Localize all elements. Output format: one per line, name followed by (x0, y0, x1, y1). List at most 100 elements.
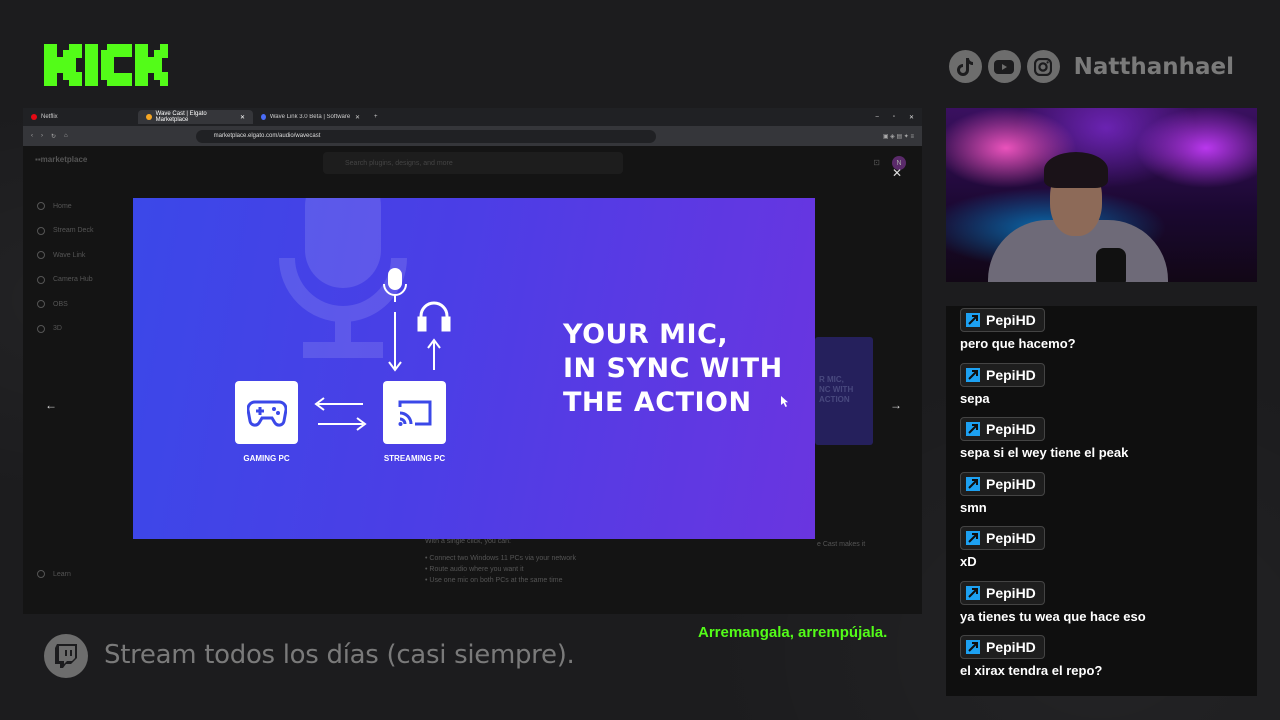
chat-text: pero que hacemo? (960, 336, 1076, 351)
badge-icon (966, 368, 980, 382)
chat-text: smn (960, 500, 987, 515)
sidebar-item-obs[interactable]: OBS (31, 292, 93, 317)
headphones-icon (417, 301, 451, 332)
streamer-handle: Natthanhael (1073, 53, 1234, 80)
cube-icon (37, 324, 45, 333)
instagram-icon[interactable] (1026, 50, 1060, 83)
mouse-cursor-icon (781, 396, 788, 407)
close-icon[interactable]: ✕ (892, 166, 902, 180)
chat-text: el xirax tendra el repo? (960, 663, 1103, 678)
chat-username: PepiHD (960, 581, 1045, 605)
wave-link-icon (37, 251, 45, 260)
chat-message: PepiHD el xirax tendra el repo? (960, 635, 1102, 678)
chat-username: PepiHD (960, 635, 1045, 659)
cast-icon (398, 400, 431, 426)
tiktok-icon[interactable] (948, 50, 982, 83)
streaming-pc-card (383, 381, 446, 444)
sidebar-item-camera-hub[interactable]: Camera Hub (31, 268, 93, 293)
sidebar-item-learn[interactable]: Learn (37, 570, 71, 578)
gallery-thumbnail[interactable]: R MIC, NC WITH ACTION (815, 337, 873, 445)
stream-deck-icon (37, 226, 45, 235)
sidebar-item-wave-link[interactable]: Wave Link (31, 243, 93, 268)
window-controls: – ▫ ✕ (875, 114, 922, 121)
social-links: Natthanhael (948, 50, 1234, 83)
obs-icon (37, 300, 45, 309)
chat-username: PepiHD (960, 472, 1045, 496)
sidebar-item-3d[interactable]: 3D (31, 317, 93, 342)
extensions-icons[interactable]: ▣ ◈ ▤ ✦ ≡ (883, 133, 914, 140)
motto-text: Arremangala, arrempújala. (698, 624, 888, 641)
sidebar-nav: Home Stream Deck Wave Link Camera Hub OB… (31, 194, 93, 341)
promo-headline: YOUR MIC, IN SYNC WITH THE ACTION (563, 319, 783, 418)
chat-message: PepiHD smn (960, 472, 1045, 515)
chat-panel: PepiHD pero que hacemo? PepiHD sepa Pepi… (946, 306, 1257, 696)
cart-icon[interactable]: ⊡ (873, 158, 880, 167)
new-tab-button[interactable]: + (374, 114, 378, 120)
address-bar: ‹ › ↻ ⌂ marketplace.elgato.com/audio/wav… (23, 126, 922, 146)
chat-message: PepiHD sepa si el wey tiene el peak (960, 417, 1128, 460)
tab-label: Netflix (41, 114, 58, 120)
close-window-button[interactable]: ✕ (909, 114, 914, 121)
tab-bar: Netflix Wave Cast | Elgato Marketplace ✕… (23, 108, 922, 126)
streaming-pc-label: STREAMING PC (383, 454, 446, 463)
elgato-icon (146, 114, 152, 120)
tab-wave-link[interactable]: Wave Link 3.0 Beta | Software de aud ✕ (253, 110, 368, 124)
maximize-button[interactable]: ▫ (893, 114, 895, 121)
webcam-feed (946, 108, 1257, 282)
learn-icon (37, 570, 45, 578)
chat-text: ya tienes tu wea que hace eso (960, 609, 1146, 624)
minimize-button[interactable]: – (875, 114, 878, 121)
chat-username: PepiHD (960, 526, 1045, 550)
bullet-item: • Use one mic on both PCs at the same ti… (425, 577, 563, 584)
prev-arrow-icon[interactable]: ← (45, 398, 57, 412)
description-snippet: e Cast makes it (817, 541, 866, 548)
tab-label: Wave Cast | Elgato Marketplace (155, 111, 207, 123)
promo-image: GAMING PC STREAMING PC YOUR MIC, IN SYNC… (133, 198, 815, 539)
close-tab-icon[interactable]: ✕ (355, 114, 360, 121)
marketplace-logo: ▪▪marketplace (35, 155, 88, 164)
microphone-icon (1096, 248, 1126, 282)
tab-wave-cast[interactable]: Wave Cast | Elgato Marketplace ✕ (138, 110, 253, 124)
bullet-item: • Route audio where you want it (425, 566, 524, 573)
sidebar-item-stream-deck[interactable]: Stream Deck (31, 219, 93, 244)
chat-text: sepa (960, 391, 990, 406)
home-icon[interactable]: ⌂ (64, 133, 68, 139)
forward-icon[interactable]: › (41, 133, 43, 139)
camera-icon (37, 275, 45, 284)
streamer-hair (1044, 152, 1108, 188)
tab-label: Wave Link 3.0 Beta | Software de aud (269, 114, 351, 120)
back-icon[interactable]: ‹ (31, 133, 33, 139)
sidebar-item-home[interactable]: Home (31, 194, 93, 219)
youtube-icon[interactable] (987, 50, 1021, 83)
reload-icon[interactable]: ↻ (51, 133, 56, 140)
badge-icon (966, 531, 980, 545)
gamepad-icon (246, 399, 287, 427)
chat-username: PepiHD (960, 308, 1045, 332)
chat-message: PepiHD ya tienes tu wea que hace eso (960, 581, 1146, 624)
gaming-pc-card (235, 381, 298, 444)
badge-icon (966, 313, 980, 327)
chat-username: PepiHD (960, 363, 1045, 387)
home-icon (37, 202, 45, 211)
chat-message: PepiHD pero que hacemo? (960, 308, 1076, 351)
badge-icon (966, 586, 980, 600)
badge-icon (966, 477, 980, 491)
url-field[interactable]: marketplace.elgato.com/audio/wavecast (195, 129, 656, 143)
next-arrow-icon[interactable]: → (890, 398, 902, 412)
netflix-icon (31, 114, 37, 120)
product-description: With a single click, you can: • Connect … (425, 536, 576, 586)
chat-username: PepiHD (960, 417, 1045, 441)
tab-netflix[interactable]: Netflix (23, 110, 138, 124)
chat-message: PepiHD sepa (960, 363, 1045, 406)
badge-icon (966, 422, 980, 436)
stream-schedule: Stream todos los días (casi siempre). (104, 640, 575, 670)
bullet-item: • Connect two Windows 11 PCs via your ne… (425, 555, 576, 562)
globe-icon (261, 114, 266, 120)
chat-text: sepa si el wey tiene el peak (960, 445, 1129, 460)
chat-message: PepiHD xD (960, 526, 1045, 569)
twitch-icon (44, 634, 88, 678)
close-tab-icon[interactable]: ✕ (240, 114, 245, 121)
badge-icon (966, 640, 980, 654)
chat-text: xD (960, 554, 977, 569)
search-input[interactable]: Search plugins, designs, and more (323, 152, 623, 174)
